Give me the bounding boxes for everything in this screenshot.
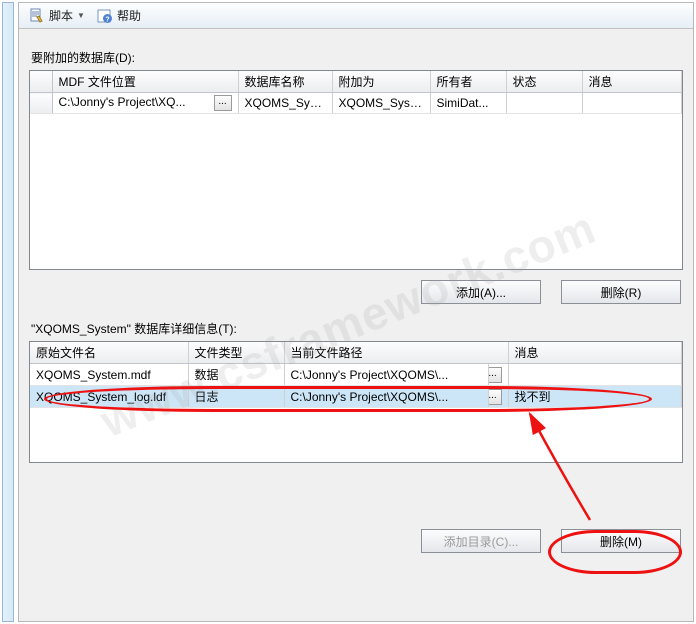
script-label: 脚本 — [49, 7, 73, 24]
cell-current-path[interactable]: C:\Jonny's Project\XQOMS\... — [284, 386, 488, 408]
cell-file-type[interactable]: 日志 — [188, 386, 284, 408]
browse-mdf-button[interactable]: ... — [214, 95, 232, 111]
browse-path-button[interactable]: ... — [488, 389, 502, 405]
col-message2[interactable]: 消息 — [508, 342, 681, 364]
cell-mdf[interactable]: C:\Jonny's Project\XQ... ... — [52, 93, 238, 114]
col-orig-name[interactable]: 原始文件名 — [30, 342, 188, 364]
db-details-label: "XQOMS_System" 数据库详细信息(T): — [31, 320, 683, 337]
table-row[interactable]: C:\Jonny's Project\XQ... ... XQOMS_Syste… — [30, 93, 682, 114]
help-icon: ? — [97, 8, 113, 24]
grid-header-row: MDF 文件位置 数据库名称 附加为 所有者 状态 消息 — [30, 71, 682, 93]
col-selector[interactable] — [30, 71, 52, 93]
cell-file-type[interactable]: 数据 — [188, 364, 284, 386]
add-directory-button: 添加目录(C)... — [421, 529, 541, 553]
row-selector-cell[interactable] — [30, 93, 52, 114]
script-dropdown[interactable]: 脚本 ▼ — [25, 5, 89, 26]
cell-message2[interactable]: 找不到 — [508, 386, 681, 408]
cell-status[interactable] — [506, 93, 582, 114]
script-icon — [29, 8, 45, 24]
bottom-button-row: 添加目录(C)... 删除(M) — [29, 529, 681, 553]
help-button[interactable]: ? 帮助 — [93, 5, 145, 26]
chevron-down-icon: ▼ — [77, 11, 85, 20]
add-button[interactable]: 添加(A)... — [421, 280, 541, 304]
cell-path-browse[interactable]: ... — [488, 364, 508, 386]
attach-db-grid[interactable]: MDF 文件位置 数据库名称 附加为 所有者 状态 消息 C:\Jonny's … — [29, 70, 683, 270]
table-row-selected[interactable]: XQOMS_System_log.ldf 日志 C:\Jonny's Proje… — [30, 386, 682, 408]
col-mdf[interactable]: MDF 文件位置 — [52, 71, 238, 93]
cell-message2[interactable] — [508, 364, 681, 386]
dialog-content: 要附加的数据库(D): MDF 文件位置 数据库名称 附加为 所有者 状态 消息 — [29, 43, 683, 611]
cell-orig-name[interactable]: XQOMS_System_log.ldf — [30, 386, 188, 408]
col-attach-as[interactable]: 附加为 — [332, 71, 430, 93]
cell-attach-as[interactable]: XQOMS_System — [332, 93, 430, 114]
col-message[interactable]: 消息 — [582, 71, 682, 93]
dialog-panel: 脚本 ▼ ? 帮助 要附加的数据库(D): MDF 文件位置 — [18, 2, 694, 622]
cell-path-browse[interactable]: ... — [488, 386, 508, 408]
remove-top-button[interactable]: 删除(R) — [561, 280, 681, 304]
cell-current-path[interactable]: C:\Jonny's Project\XQOMS\... — [284, 364, 488, 386]
svg-text:?: ? — [105, 16, 109, 23]
remove-bottom-button[interactable]: 删除(M) — [561, 529, 681, 553]
browse-path-button[interactable]: ... — [488, 367, 502, 383]
cell-owner[interactable]: SimiDat... — [430, 93, 506, 114]
help-label: 帮助 — [117, 7, 141, 24]
dialog-toolbar: 脚本 ▼ ? 帮助 — [19, 3, 693, 29]
cell-message[interactable] — [582, 93, 682, 114]
top-button-row: 添加(A)... 删除(R) — [29, 280, 681, 304]
col-db-name[interactable]: 数据库名称 — [238, 71, 332, 93]
col-owner[interactable]: 所有者 — [430, 71, 506, 93]
col-file-type[interactable]: 文件类型 — [188, 342, 284, 364]
col-status[interactable]: 状态 — [506, 71, 582, 93]
table-row[interactable]: XQOMS_System.mdf 数据 C:\Jonny's Project\X… — [30, 364, 682, 386]
col-current-path[interactable]: 当前文件路径 — [284, 342, 508, 364]
cell-orig-name[interactable]: XQOMS_System.mdf — [30, 364, 188, 386]
cell-db-name[interactable]: XQOMS_System — [238, 93, 332, 114]
grid-header-row: 原始文件名 文件类型 当前文件路径 消息 — [30, 342, 682, 364]
cell-mdf-text: C:\Jonny's Project\XQ... — [59, 95, 186, 109]
databases-to-attach-label: 要附加的数据库(D): — [31, 49, 683, 66]
left-gutter — [2, 2, 14, 622]
db-details-grid[interactable]: 原始文件名 文件类型 当前文件路径 消息 XQOMS_System.mdf 数据… — [29, 341, 683, 463]
